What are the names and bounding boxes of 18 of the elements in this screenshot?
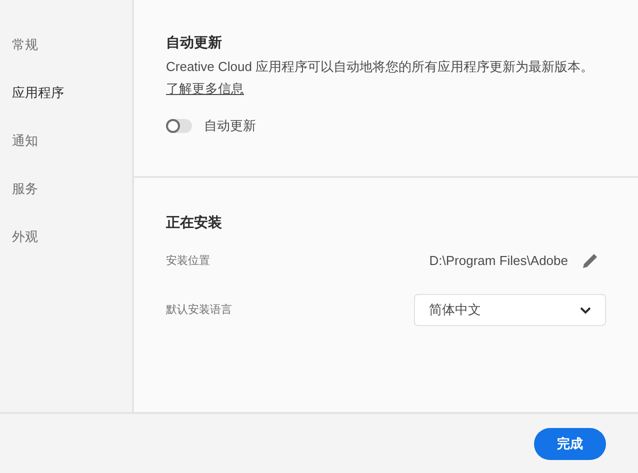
pencil-icon[interactable] (582, 253, 598, 269)
sidebar-item[interactable]: 应用程序 (12, 81, 132, 105)
toggle-label: 自动更新 (204, 117, 256, 135)
section-title: 自动更新 (166, 33, 223, 52)
sidebar-item[interactable]: 通知 (12, 129, 132, 153)
location-label: 安装位置 (166, 254, 210, 269)
toggle-switch[interactable] (166, 118, 192, 133)
language-label: 默认安装语言 (166, 302, 232, 318)
learn-more-link[interactable]: 了解更多信息 (166, 81, 244, 96)
sidebar-item[interactable]: 服务 (12, 177, 132, 201)
chevron-down-icon (580, 306, 591, 314)
done-button[interactable]: 完成 (534, 428, 606, 460)
sidebar-item[interactable]: 外观 (12, 225, 132, 249)
language-dropdown[interactable]: 简体中文 (414, 294, 606, 326)
sidebar-item[interactable]: 常规 (12, 33, 132, 57)
section-title: 正在安装 (166, 213, 223, 232)
location-path: D:\Program Files\Adobe (429, 252, 568, 270)
description-text: Creative Cloud 应用程序可以自动地将您的所有应用程序更新为最新版本。 了解更多信息 (166, 58, 595, 98)
